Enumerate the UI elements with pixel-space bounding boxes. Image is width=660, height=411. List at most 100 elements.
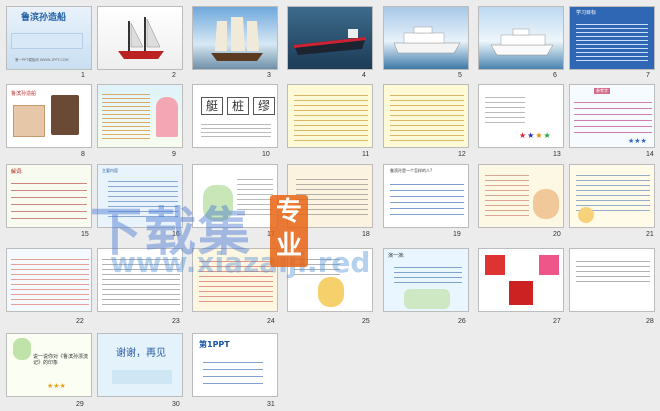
word-card: 艇: [201, 97, 223, 115]
slide-thumb-7[interactable]: 学习目标: [569, 6, 655, 70]
star-row: ★★★★: [519, 131, 552, 140]
slide-thumb-21[interactable]: [569, 164, 655, 228]
slide-number: 9: [172, 151, 176, 158]
text-block: [294, 91, 368, 143]
slide-number: 3: [267, 72, 271, 79]
word-boxes: 艇 桩 缪: [201, 97, 275, 115]
slide-number: 11: [362, 151, 370, 158]
slide-thumb-19[interactable]: 鲁滨孙是一个怎样的人?: [383, 164, 469, 228]
slide-thumb-6[interactable]: [478, 6, 564, 70]
slide-sorter-grid: 鲁滨孙造船 第一PPT模板网 WWW.1PPT.COM 1 2 3 4 5 6 …: [0, 0, 660, 411]
slide-thumb-30[interactable]: 谢谢，再见: [97, 333, 183, 397]
slide-thumb-5[interactable]: [383, 6, 469, 70]
text-block: [11, 255, 89, 307]
text-lines: [11, 177, 87, 219]
text-block: [237, 175, 273, 219]
text-lines: [485, 93, 525, 123]
cruise-ship-image: [490, 28, 554, 56]
slide-number: 21: [646, 231, 654, 238]
slide-thumb-13[interactable]: ★★★★: [478, 84, 564, 148]
character-image: [156, 97, 178, 137]
slide-thumb-3[interactable]: [192, 6, 278, 70]
slide-number: 5: [458, 72, 462, 79]
slide-number: 23: [172, 318, 180, 325]
slide-title: 学习目标: [576, 10, 597, 16]
slide-number: 29: [76, 401, 84, 408]
slide-number: 26: [458, 318, 466, 325]
slide-thumb-24[interactable]: [192, 248, 278, 312]
text-block: [390, 91, 464, 143]
slide-title: 鲁滨孙是一个怎样的人?: [390, 168, 433, 173]
slide-thumb-15[interactable]: 解词:: [6, 164, 92, 228]
slide-number: 16: [172, 231, 180, 238]
portrait-image: [51, 95, 79, 135]
text-block: [576, 171, 650, 211]
slide-number: 28: [646, 318, 654, 325]
slide-thumb-17[interactable]: [192, 164, 278, 228]
text-block: [199, 257, 273, 305]
slide-thumb-12[interactable]: [383, 84, 469, 148]
text-lines: [112, 370, 172, 384]
text-block: [102, 91, 150, 141]
text-block: [390, 179, 464, 219]
slide-title: 第1PPT: [199, 340, 230, 349]
gift-image: [539, 255, 559, 275]
slide-number: 27: [553, 318, 561, 325]
character-image: [578, 207, 594, 223]
slide-thumb-29[interactable]: 说一说你对《鲁滨孙漂流记》的印象 ★★★: [6, 333, 92, 397]
character-image: [13, 338, 31, 360]
slide-thumb-27[interactable]: [478, 248, 564, 312]
slide-title: 谢谢，再见: [116, 348, 166, 359]
slide-title: 主要内容: [102, 168, 118, 173]
slide-number: 20: [553, 231, 561, 238]
text-block: [485, 171, 529, 219]
tanker-image: [294, 29, 366, 55]
text-block: [108, 177, 178, 217]
slide-thumb-28[interactable]: [569, 248, 655, 312]
slide-subtitle: 第一PPT模板网 WWW.1PPT.COM: [15, 58, 69, 62]
text-block: [102, 255, 180, 307]
slide-number: 8: [81, 151, 85, 158]
slide-number: 14: [646, 151, 654, 158]
slide-thumb-31[interactable]: 第1PPT: [192, 333, 278, 397]
slide-title: 解词:: [11, 169, 23, 175]
slide-number: 24: [267, 318, 275, 325]
star-row: ★★★: [47, 382, 66, 390]
slide-title: 演一演:: [388, 253, 405, 259]
slide-number: 13: [553, 151, 561, 158]
star-row: ★★★: [628, 137, 647, 145]
gift-image: [509, 281, 533, 305]
decoration-blocks: [11, 33, 83, 49]
gift-image: [485, 255, 505, 275]
word-card: 缪: [253, 97, 275, 115]
slide-number: 2: [172, 72, 176, 79]
slide-thumb-9[interactable]: [97, 84, 183, 148]
slide-thumb-4[interactable]: [287, 6, 373, 70]
slide-thumb-14[interactable]: 参考字 ★★★: [569, 84, 655, 148]
slide-thumb-2[interactable]: [97, 6, 183, 70]
slide-number: 19: [453, 231, 461, 238]
slide-number: 22: [76, 318, 84, 325]
slide-thumb-8[interactable]: 鲁滨孙造船: [6, 84, 92, 148]
text-lines: [576, 21, 648, 61]
slide-title: 参考字: [594, 88, 610, 94]
slide-thumb-10[interactable]: 艇 桩 缪: [192, 84, 278, 148]
slide-thumb-16[interactable]: 主要内容: [97, 164, 183, 228]
word-card: 桩: [227, 97, 249, 115]
text-lines: [203, 356, 263, 388]
text-block: [394, 263, 462, 283]
character-image: [318, 277, 344, 307]
slide-number: 12: [458, 151, 466, 158]
slide-thumb-20[interactable]: [478, 164, 564, 228]
slide-thumb-22[interactable]: [6, 248, 92, 312]
slide-number: 4: [362, 72, 366, 79]
slide-title: 鲁滨孙造船: [21, 13, 67, 23]
slide-thumb-26[interactable]: 演一演:: [383, 248, 469, 312]
slide-thumb-1[interactable]: 鲁滨孙造船 第一PPT模板网 WWW.1PPT.COM: [6, 6, 92, 70]
slide-thumb-23[interactable]: [97, 248, 183, 312]
slide-number: 30: [172, 401, 180, 408]
slide-thumb-11[interactable]: [287, 84, 373, 148]
slide-title: 说一说你对《鲁滨孙漂流记》的印象: [33, 354, 89, 366]
vocab-list: [574, 97, 652, 135]
slide-number: 25: [362, 318, 370, 325]
